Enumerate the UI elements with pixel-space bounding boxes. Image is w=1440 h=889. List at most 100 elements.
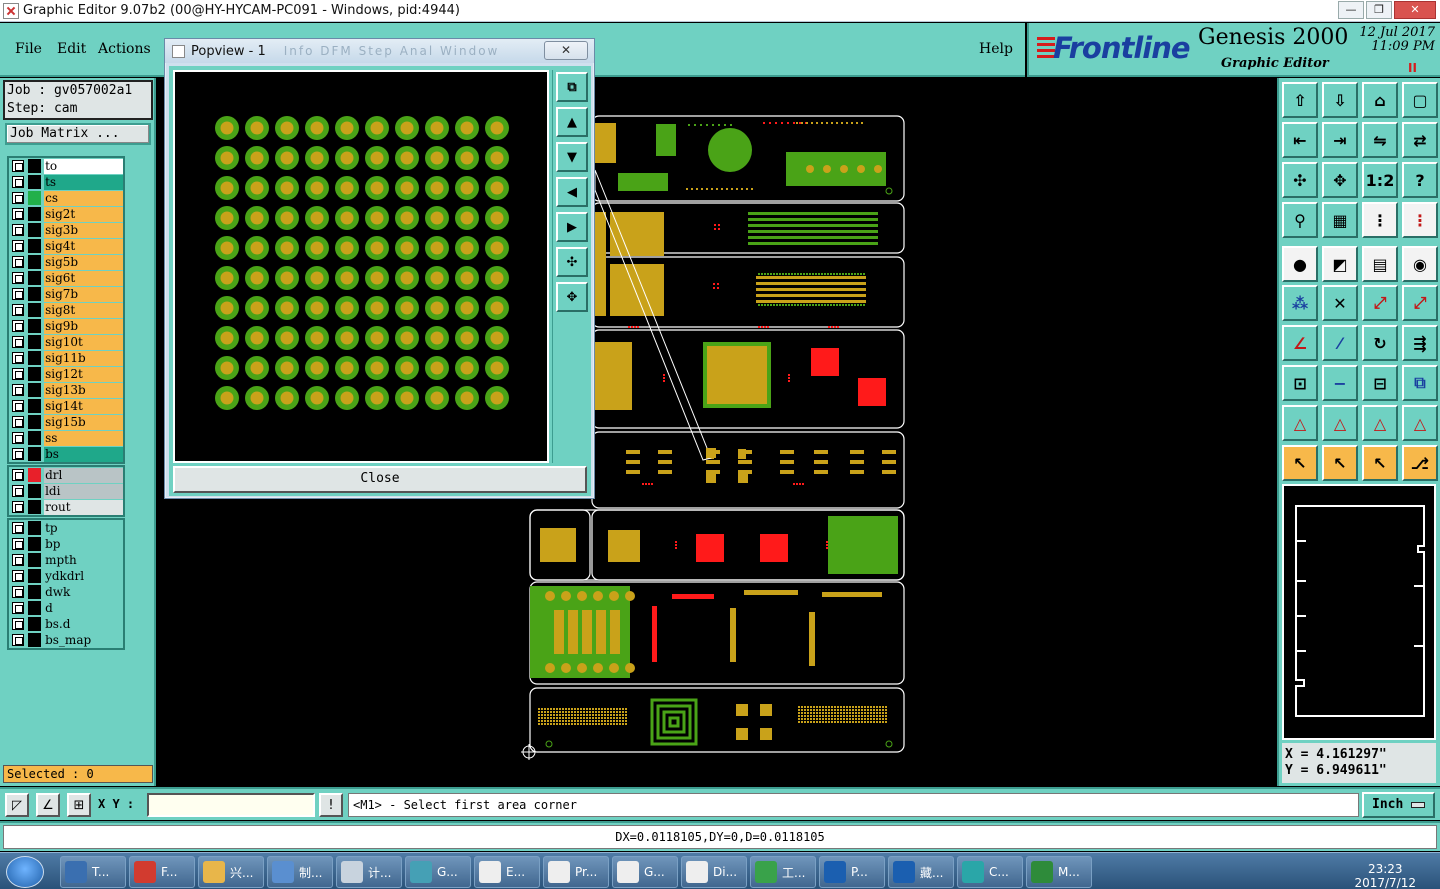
layer-checkbox[interactable] <box>12 586 24 598</box>
layer-checkbox[interactable] <box>12 240 24 252</box>
arc-icon[interactable]: ↻ <box>1362 325 1398 361</box>
grid-icon[interactable]: ▦ <box>1322 202 1358 238</box>
layer-checkbox[interactable] <box>12 176 24 188</box>
popview-titlebar[interactable]: Popview - 1 Info DFM Step Anal Window ✕ <box>165 39 594 63</box>
taskbar-app[interactable]: 工... <box>750 856 816 888</box>
slash-icon[interactable]: ⁄ <box>1322 325 1358 361</box>
layer-row[interactable]: ts <box>9 174 124 190</box>
layer-row[interactable]: ydkdrl <box>9 568 124 584</box>
traffic-icon[interactable]: ⋮ <box>1362 202 1398 238</box>
taskbar-app[interactable]: G... <box>405 856 471 888</box>
tri3-icon[interactable]: △ <box>1362 405 1398 441</box>
pan-icon[interactable]: ✥ <box>1322 162 1358 198</box>
traffic-red-icon[interactable]: ⋮ <box>1402 202 1438 238</box>
layer-row[interactable]: sig9b <box>9 318 124 334</box>
layer-checkbox[interactable] <box>12 368 24 380</box>
mirror-icon[interactable]: ⇋ <box>1362 122 1398 158</box>
move-right-icon[interactable]: ⇥ <box>1322 122 1358 158</box>
measure-icon[interactable]: ⚲ <box>1282 202 1318 238</box>
menu-file[interactable]: File <box>15 41 42 57</box>
layer-row[interactable]: ldi <box>9 483 124 499</box>
layer-checkbox[interactable] <box>12 554 24 566</box>
layer-row[interactable]: to <box>9 158 124 174</box>
taskbar-app[interactable]: E... <box>474 856 540 888</box>
taskbar-app[interactable]: G... <box>612 856 678 888</box>
taskbar-app[interactable]: Di... <box>681 856 747 888</box>
pan-right-icon[interactable]: ▶ <box>556 212 588 242</box>
grid-mode-icon[interactable]: ⊞ <box>67 793 91 817</box>
layer-row[interactable]: sig6t <box>9 270 124 286</box>
taskbar-app[interactable]: 兴... <box>198 856 264 888</box>
layer-checkbox[interactable] <box>12 352 24 364</box>
layer-checkbox[interactable] <box>12 432 24 444</box>
layer-checkbox[interactable] <box>12 384 24 396</box>
connect-icon[interactable]: ⤢ <box>1362 285 1398 321</box>
zoom-in-icon[interactable]: ✥ <box>556 282 588 312</box>
layer-row[interactable]: mpth <box>9 552 124 568</box>
taskbar-app[interactable]: T... <box>60 856 126 888</box>
popview-close-x-button[interactable]: ✕ <box>544 41 588 60</box>
taskbar-app[interactable]: 藏... <box>888 856 954 888</box>
layer-row[interactable]: dwk <box>9 584 124 600</box>
layer-checkbox[interactable] <box>12 224 24 236</box>
taskbar-app[interactable]: 制... <box>267 856 333 888</box>
window-icon[interactable]: ▢ <box>1402 82 1438 118</box>
layer-checkbox[interactable] <box>12 538 24 550</box>
layer-row[interactable]: drl <box>9 467 124 483</box>
layer-checkbox[interactable] <box>12 485 24 497</box>
layer-checkbox[interactable] <box>12 448 24 460</box>
layer-checkbox[interactable] <box>12 208 24 220</box>
connect2-icon[interactable]: ⤢ <box>1402 285 1438 321</box>
popview-close-button[interactable]: Close <box>173 466 587 493</box>
layer-row[interactable]: sig10t <box>9 334 124 350</box>
layer-row[interactable]: sig5b <box>9 254 124 270</box>
layer-checkbox[interactable] <box>12 634 24 646</box>
scale-icon[interactable]: 1:2 <box>1362 162 1398 198</box>
pan-down-icon[interactable]: ▼ <box>556 142 588 172</box>
maximize-button[interactable]: ❐ <box>1366 1 1392 19</box>
layer-checkbox[interactable] <box>12 160 24 172</box>
select2-icon[interactable]: ↖ <box>1322 445 1358 481</box>
pan-up-icon[interactable]: ▲ <box>556 107 588 137</box>
open-down-icon[interactable]: ⇩ <box>1322 82 1358 118</box>
layer-row[interactable]: cs <box>9 190 124 206</box>
help-icon[interactable]: ? <box>1402 162 1438 198</box>
select3-icon[interactable]: ↖ <box>1362 445 1398 481</box>
layer-row[interactable]: sig4t <box>9 238 124 254</box>
nodes-icon[interactable]: ⁂ <box>1282 285 1318 321</box>
menu-help[interactable]: Help <box>979 41 1013 57</box>
taskbar-app[interactable]: C... <box>957 856 1023 888</box>
layer-row[interactable]: sig12t <box>9 366 124 382</box>
line-icon[interactable]: ◩ <box>1322 246 1358 282</box>
layer-row[interactable]: sig14t <box>9 398 124 414</box>
menu-actions[interactable]: Actions <box>98 41 151 57</box>
ruler-icon[interactable]: ▤ <box>1362 246 1398 282</box>
layer-checkbox[interactable] <box>12 288 24 300</box>
taskbar-app[interactable]: Pr... <box>543 856 609 888</box>
snap-icon[interactable]: ⊡ <box>1282 365 1318 401</box>
layer-checkbox[interactable] <box>12 256 24 268</box>
popview-canvas[interactable] <box>173 70 549 463</box>
layer-row[interactable]: sig8t <box>9 302 124 318</box>
layer-checkbox[interactable] <box>12 469 24 481</box>
layer-row[interactable]: ss <box>9 430 124 446</box>
layer-row[interactable]: bs_map <box>9 632 124 648</box>
split-icon[interactable]: ⇶ <box>1402 325 1438 361</box>
taskbar-app[interactable]: M... <box>1026 856 1092 888</box>
layer-checkbox[interactable] <box>12 618 24 630</box>
layer-row[interactable]: bs.d <box>9 616 124 632</box>
layer-checkbox[interactable] <box>12 416 24 428</box>
swap-icon[interactable]: ⇄ <box>1402 122 1438 158</box>
layer-row[interactable]: sig3b <box>9 222 124 238</box>
pan-left-icon[interactable]: ◀ <box>556 177 588 207</box>
unit-selector[interactable]: Inch <box>1362 792 1435 818</box>
pad-icon[interactable]: ● <box>1282 246 1318 282</box>
minimize-button[interactable]: — <box>1338 1 1364 19</box>
layer-checkbox[interactable] <box>12 272 24 284</box>
path-icon[interactable]: ⎇ <box>1402 445 1438 481</box>
close-window-button[interactable]: ✕ <box>1394 1 1436 19</box>
layer-row[interactable]: sig13b <box>9 382 124 398</box>
zoom-out-icon[interactable]: ✣ <box>556 247 588 277</box>
layer-row[interactable]: sig7b <box>9 286 124 302</box>
layer-row[interactable]: sig11b <box>9 350 124 366</box>
